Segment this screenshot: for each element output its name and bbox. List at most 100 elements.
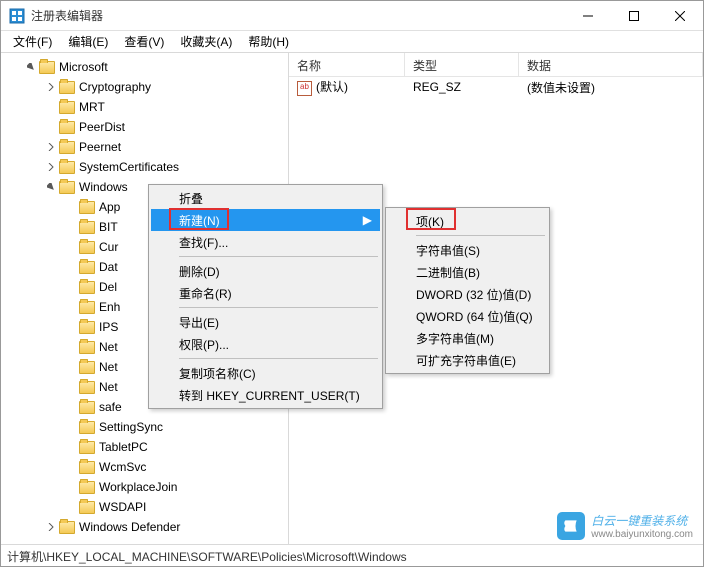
- cm-new-multistring[interactable]: 多字符串值(M): [388, 327, 547, 349]
- tree-node[interactable]: MRT: [1, 97, 288, 117]
- folder-icon: [79, 341, 95, 354]
- tree-label: Microsoft: [59, 60, 108, 74]
- folder-icon: [79, 261, 95, 274]
- folder-icon: [79, 481, 95, 494]
- col-type[interactable]: 类型: [405, 53, 519, 76]
- tree-node[interactable]: SettingSync: [1, 417, 288, 437]
- tree-label: SystemCertificates: [79, 160, 179, 174]
- folder-icon: [59, 521, 75, 534]
- cm-rename[interactable]: 重命名(R): [151, 282, 380, 304]
- cm-export[interactable]: 导出(E): [151, 311, 380, 333]
- cm-new-string[interactable]: 字符串值(S): [388, 239, 547, 261]
- tree-label: IPS: [99, 320, 118, 334]
- expander-spacer: [65, 501, 77, 513]
- watermark-text: 白云一键重装系统: [591, 514, 687, 528]
- tree-label: safe: [99, 400, 122, 414]
- context-menu: 折叠 新建(N)▶ 查找(F)... 删除(D) 重命名(R) 导出(E) 权限…: [148, 184, 383, 409]
- expander-spacer: [65, 241, 77, 253]
- cm-new-qword[interactable]: QWORD (64 位)值(Q): [388, 305, 547, 327]
- tree-node[interactable]: PeerDist: [1, 117, 288, 137]
- cm-find[interactable]: 查找(F)...: [151, 231, 380, 253]
- expander-icon[interactable]: [25, 61, 37, 73]
- string-value-icon: [297, 81, 312, 96]
- cm-goto-hkcu[interactable]: 转到 HKEY_CURRENT_USER(T): [151, 384, 380, 406]
- expander-spacer: [65, 401, 77, 413]
- menu-file[interactable]: 文件(F): [5, 31, 60, 52]
- folder-icon: [79, 241, 95, 254]
- folder-icon: [79, 201, 95, 214]
- cell-name: (默认): [289, 78, 405, 95]
- minimize-button[interactable]: [565, 1, 611, 31]
- menu-bar: 文件(F) 编辑(E) 查看(V) 收藏夹(A) 帮助(H): [1, 31, 703, 53]
- cm-new-binary[interactable]: 二进制值(B): [388, 261, 547, 283]
- tree-node[interactable]: Peernet: [1, 137, 288, 157]
- col-data[interactable]: 数据: [519, 53, 703, 76]
- list-row[interactable]: (默认) REG_SZ (数值未设置): [289, 77, 703, 97]
- menu-separator: [179, 358, 378, 359]
- expander-spacer: [65, 421, 77, 433]
- menu-separator: [179, 256, 378, 257]
- tree-node[interactable]: TabletPC: [1, 437, 288, 457]
- expander-spacer: [65, 201, 77, 213]
- expander-spacer: [65, 321, 77, 333]
- title-bar: 注册表编辑器: [1, 1, 703, 31]
- tree-label: MRT: [79, 100, 105, 114]
- expander-spacer: [45, 121, 57, 133]
- folder-icon: [39, 61, 55, 74]
- cm-copy-key-name[interactable]: 复制项名称(C): [151, 362, 380, 384]
- expander-spacer: [65, 261, 77, 273]
- tree-node[interactable]: Microsoft: [1, 57, 288, 77]
- folder-icon: [79, 321, 95, 334]
- menu-separator: [179, 307, 378, 308]
- folder-icon: [79, 501, 95, 514]
- cm-delete[interactable]: 删除(D): [151, 260, 380, 282]
- window-title: 注册表编辑器: [31, 7, 565, 24]
- menu-favorites[interactable]: 收藏夹(A): [172, 31, 240, 52]
- window-controls: [565, 1, 703, 31]
- tree-label: Cryptography: [79, 80, 151, 94]
- expander-spacer: [65, 221, 77, 233]
- tree-node[interactable]: Cryptography: [1, 77, 288, 97]
- tree-node[interactable]: WcmSvc: [1, 457, 288, 477]
- cm-permissions[interactable]: 权限(P)...: [151, 333, 380, 355]
- cm-new-expandstring[interactable]: 可扩充字符串值(E): [388, 349, 547, 371]
- folder-icon: [79, 381, 95, 394]
- expander-spacer: [45, 101, 57, 113]
- col-name[interactable]: 名称: [289, 53, 405, 76]
- folder-icon: [79, 361, 95, 374]
- tree-label: BIT: [99, 220, 118, 234]
- tree-node[interactable]: WorkplaceJoin: [1, 477, 288, 497]
- expander-icon[interactable]: [45, 181, 57, 193]
- cm-new-key[interactable]: 项(K): [388, 210, 547, 232]
- expander-spacer: [65, 301, 77, 313]
- tree-label: Windows: [79, 180, 128, 194]
- expander-icon[interactable]: [45, 161, 57, 173]
- folder-icon: [79, 401, 95, 414]
- tree-label: Dat: [99, 260, 118, 274]
- tree-node[interactable]: WSDAPI: [1, 497, 288, 517]
- tree-node[interactable]: SystemCertificates: [1, 157, 288, 177]
- menu-view[interactable]: 查看(V): [116, 31, 172, 52]
- tree-node[interactable]: Windows Defender: [1, 517, 288, 537]
- app-icon: [9, 8, 25, 24]
- expander-icon[interactable]: [45, 141, 57, 153]
- cm-label: 新建(N): [179, 212, 220, 229]
- tree-label: WorkplaceJoin: [99, 480, 177, 494]
- expander-icon[interactable]: [45, 521, 57, 533]
- tree-label: Net: [99, 380, 118, 394]
- menu-edit[interactable]: 编辑(E): [60, 31, 116, 52]
- expander-icon[interactable]: [45, 81, 57, 93]
- cm-collapse[interactable]: 折叠: [151, 187, 380, 209]
- folder-icon: [79, 461, 95, 474]
- cm-new-dword[interactable]: DWORD (32 位)值(D): [388, 283, 547, 305]
- expander-spacer: [65, 481, 77, 493]
- tree-label: SettingSync: [99, 420, 163, 434]
- menu-help[interactable]: 帮助(H): [240, 31, 297, 52]
- expander-spacer: [65, 341, 77, 353]
- tree-label: WSDAPI: [99, 500, 146, 514]
- cm-new[interactable]: 新建(N)▶: [151, 209, 380, 231]
- folder-icon: [79, 441, 95, 454]
- maximize-button[interactable]: [611, 1, 657, 31]
- close-button[interactable]: [657, 1, 703, 31]
- tree-label: Windows Defender: [79, 520, 180, 534]
